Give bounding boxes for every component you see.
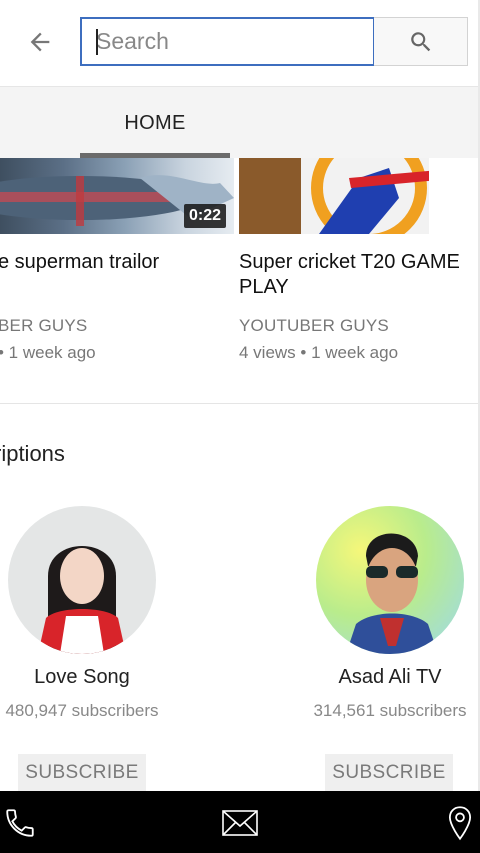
mail-button[interactable]	[220, 803, 260, 843]
search-input[interactable]	[96, 28, 373, 55]
channel-avatar-art	[38, 546, 126, 654]
avatar	[8, 506, 156, 654]
mail-icon	[222, 810, 258, 836]
video-duration: 0:22	[183, 204, 226, 228]
channel-name: Asad Ali TV	[338, 666, 442, 688]
phone-button[interactable]	[0, 803, 40, 843]
cricket-thumbnail-art	[239, 158, 480, 234]
channel-card[interactable]: Love Song 480,947 subscribers	[2, 506, 162, 721]
channel-card[interactable]: Asad Ali TV 314,561 subscribers	[310, 506, 470, 721]
location-pin-icon	[448, 806, 472, 841]
phone-icon	[6, 809, 34, 837]
location-button[interactable]	[440, 803, 480, 843]
arrow-left-icon	[30, 32, 50, 52]
bottom-nav	[0, 791, 480, 853]
tab-bar: HOME	[0, 86, 480, 158]
video-meta: 4 views • 1 week ago	[239, 343, 399, 362]
section-title: riptions	[0, 441, 65, 466]
top-bar	[0, 0, 480, 86]
subscribe-button[interactable]: SUBSCRIBE	[18, 754, 146, 792]
channel-avatar-art	[346, 533, 438, 654]
channel-name: Love Song	[34, 666, 130, 688]
back-button[interactable]	[20, 22, 60, 62]
search-icon	[410, 31, 430, 51]
video-thumbnail[interactable]	[239, 158, 480, 234]
video-thumbnail[interactable]: 0:22	[0, 158, 234, 234]
search-button[interactable]	[374, 17, 468, 66]
text-caret	[96, 29, 98, 55]
video-channel: YOUTUBER GUYS	[239, 316, 389, 335]
video-channel: BER GUYS	[0, 316, 88, 335]
video-meta: • 1 week ago	[0, 343, 96, 362]
channel-subscribers: 480,947 subscribers	[5, 701, 159, 720]
section-divider	[0, 403, 480, 404]
channel-subscribers: 314,561 subscribers	[313, 701, 467, 720]
search-box	[80, 17, 375, 66]
video-row: 0:22 e superman trailor BER GUYS • 1 wee…	[0, 158, 480, 404]
tab-home[interactable]: HOME	[80, 87, 230, 159]
subscribe-button[interactable]: SUBSCRIBE	[325, 754, 453, 792]
video-title[interactable]: e superman trailor	[0, 250, 228, 275]
avatar	[316, 506, 464, 654]
video-title[interactable]: Super cricket T20 GAME PLAY	[239, 250, 474, 300]
